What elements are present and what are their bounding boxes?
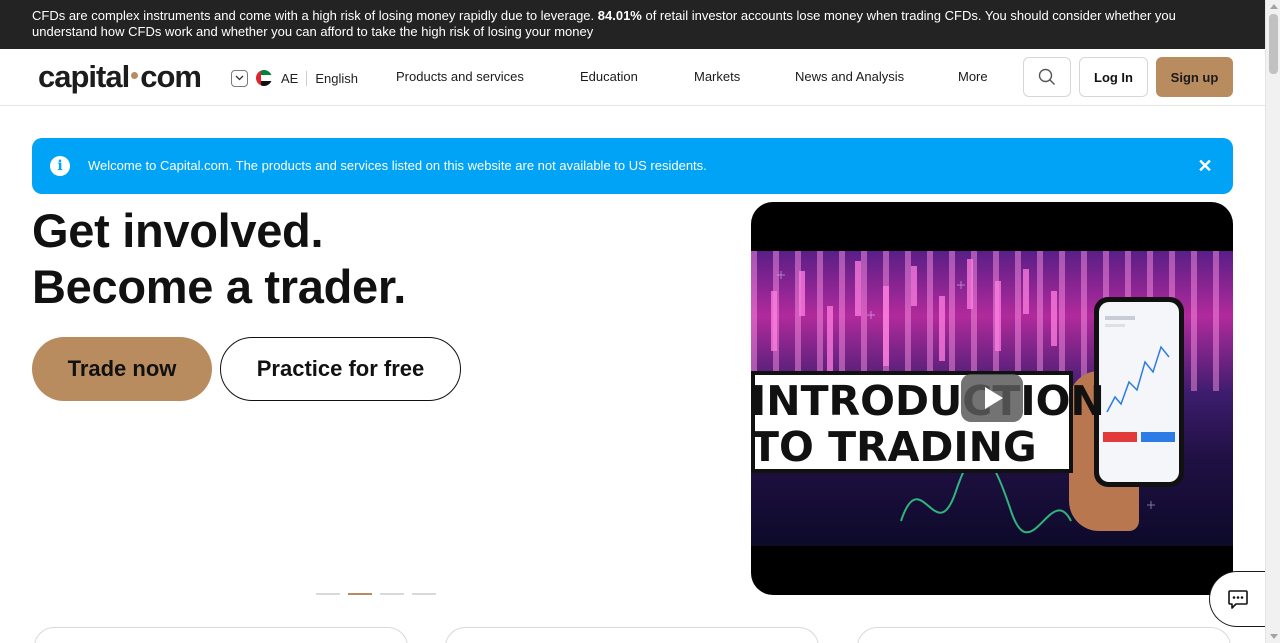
chevron-down-icon[interactable]	[231, 69, 248, 87]
search-button[interactable]	[1023, 57, 1071, 97]
nav-news-and-analysis[interactable]: News and Analysis	[795, 69, 904, 84]
video-title-line-2: TO TRADING	[751, 423, 1037, 471]
login-button[interactable]: Log In	[1079, 57, 1148, 97]
page: CFDs are complex instruments and come wi…	[0, 0, 1280, 643]
region-language-selector[interactable]: AE English	[231, 69, 358, 87]
logo-dot	[131, 72, 139, 80]
flag-icon	[256, 70, 272, 86]
nav-education[interactable]: Education	[580, 69, 638, 84]
feature-card-1[interactable]	[34, 627, 408, 643]
us-residents-alert: i Welcome to Capital.com. The products a…	[32, 138, 1233, 194]
page-scrollbar[interactable]	[1265, 0, 1280, 643]
phone-screen	[1099, 302, 1179, 482]
signup-button[interactable]: Sign up	[1156, 57, 1233, 97]
risk-text-start: CFDs are complex instruments and come wi…	[32, 8, 598, 23]
carousel-dot-2[interactable]	[348, 593, 372, 595]
site-header: capital com AE English Products and servi…	[0, 49, 1265, 106]
hero-title-line-1: Get involved.	[32, 204, 324, 257]
feature-card-2[interactable]	[445, 627, 819, 643]
carousel-indicators	[316, 593, 436, 595]
nav-markets[interactable]: Markets	[694, 69, 740, 84]
scroll-down-icon[interactable]	[1270, 634, 1278, 639]
search-icon	[1038, 68, 1055, 85]
play-button[interactable]	[961, 374, 1023, 422]
feature-card-3[interactable]	[857, 627, 1231, 643]
alert-message: Welcome to Capital.com. The products and…	[88, 158, 707, 173]
risk-warning-banner: CFDs are complex instruments and come wi…	[0, 0, 1265, 49]
nav-products-and-services[interactable]: Products and services	[396, 69, 524, 84]
logo[interactable]: capital com	[38, 59, 202, 95]
language-label[interactable]: English	[315, 71, 358, 86]
play-icon	[985, 387, 1003, 409]
video-title-line-1: INTRODUCTION	[751, 377, 1105, 425]
video-player[interactable]: INTRODUCTION TO TRADING	[751, 202, 1233, 595]
logo-text-left: capital	[38, 59, 130, 94]
trade-now-button[interactable]: Trade now	[32, 337, 212, 401]
practice-for-free-button[interactable]: Practice for free	[220, 337, 461, 401]
logo-text-right: com	[140, 59, 202, 94]
nav-more[interactable]: More	[958, 69, 988, 84]
carousel-dot-3[interactable]	[380, 593, 404, 595]
carousel-dot-4[interactable]	[412, 593, 436, 595]
region-code: AE	[281, 70, 299, 86]
info-icon: i	[50, 156, 70, 176]
hero-title: Get involved. Become a trader.	[32, 203, 406, 315]
chat-widget-button[interactable]	[1209, 571, 1267, 627]
divider	[306, 70, 308, 86]
carousel-dot-1[interactable]	[316, 593, 340, 595]
scroll-up-icon[interactable]	[1270, 4, 1278, 9]
hero-title-line-2: Become a trader.	[32, 260, 406, 313]
phone-image	[1094, 297, 1184, 487]
chat-icon	[1228, 590, 1248, 609]
risk-percent: 84.01%	[597, 8, 642, 23]
scrollbar-thumb[interactable]	[1269, 14, 1278, 74]
close-icon[interactable]: ✕	[1195, 156, 1215, 176]
